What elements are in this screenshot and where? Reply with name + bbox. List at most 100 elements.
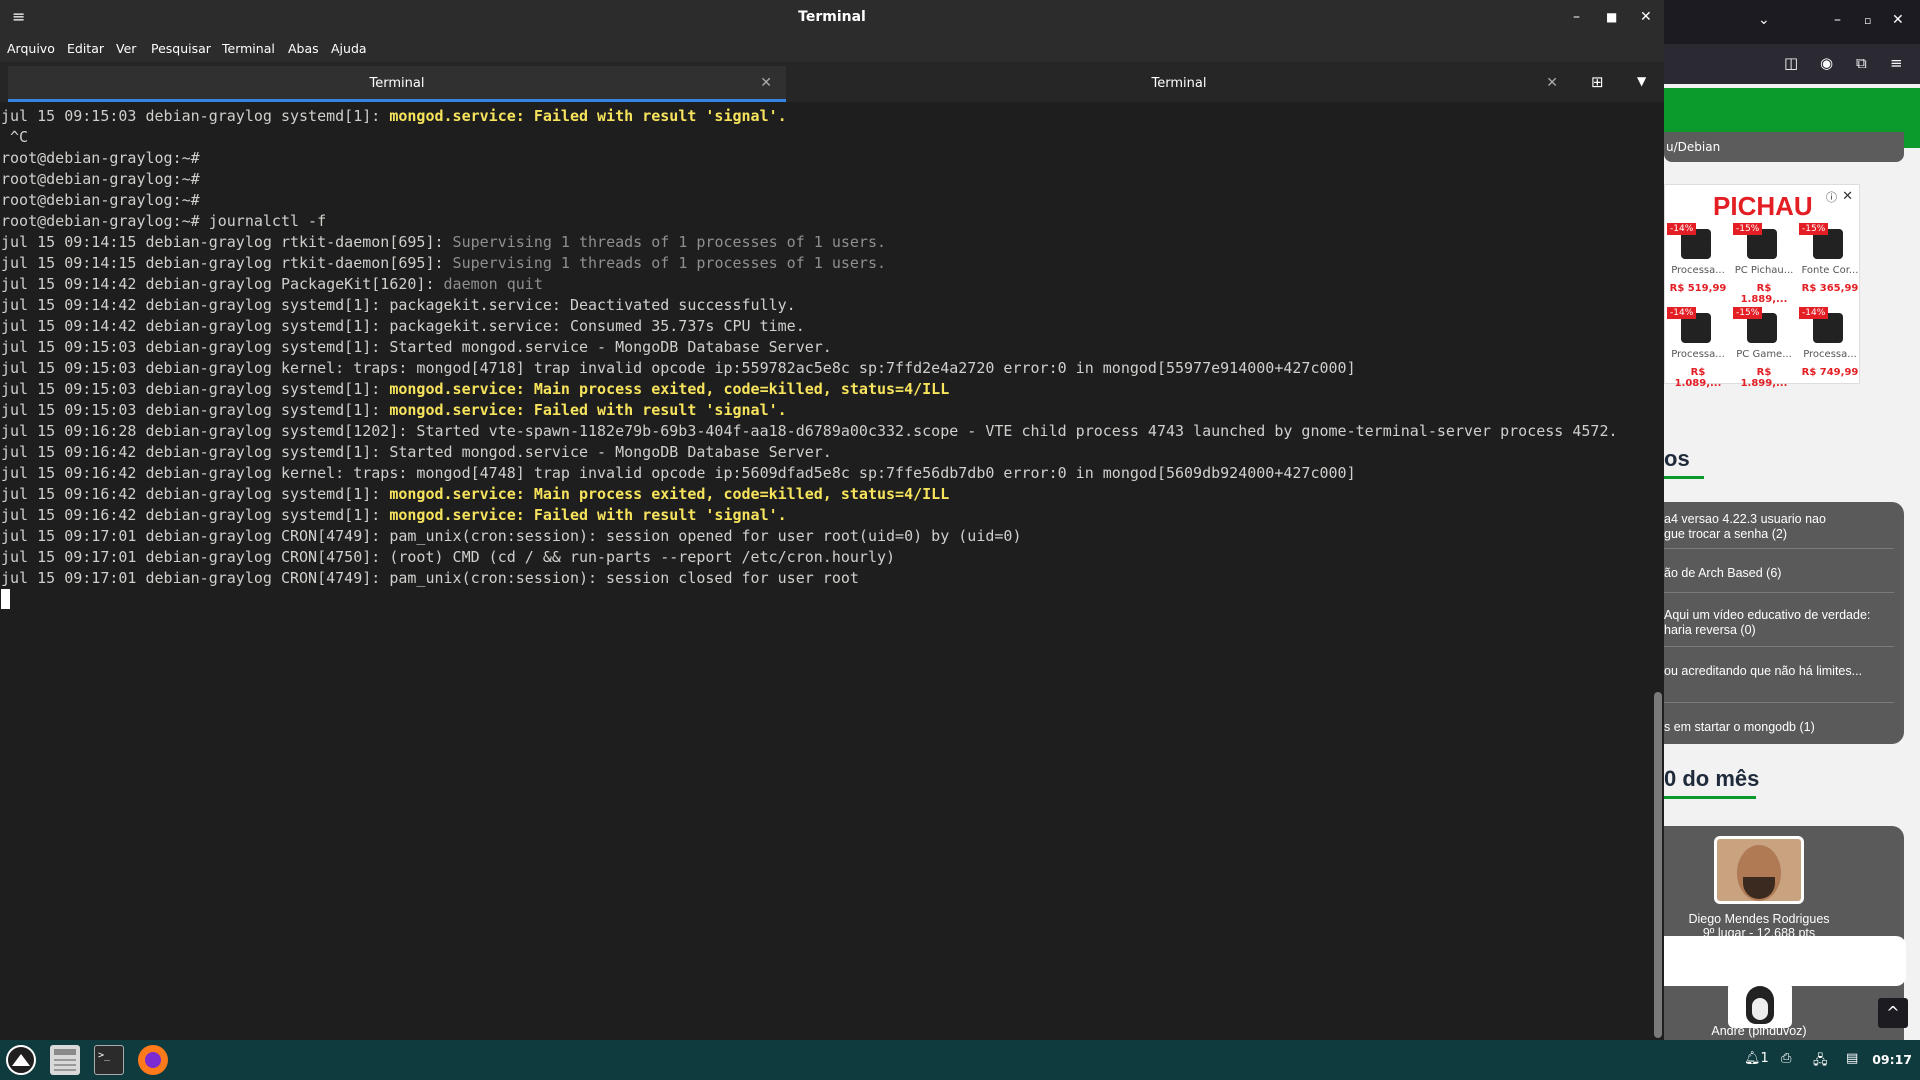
ad-info-icon[interactable]: ⓘ bbox=[1826, 189, 1837, 205]
product-price: R$ 1.089,... bbox=[1674, 367, 1722, 389]
menu-terminal[interactable]: Terminal bbox=[222, 41, 275, 56]
account-icon[interactable]: ◉ bbox=[1820, 54, 1833, 72]
terminal-line: jul 15 09:15:03 debian-graylog systemd[1… bbox=[1, 401, 787, 419]
breadcrumb[interactable]: u/Debian bbox=[1666, 140, 1720, 154]
ad-product[interactable]: -14% Processa... R$ 1.089,... bbox=[1667, 303, 1729, 389]
avatar[interactable] bbox=[1714, 836, 1804, 904]
new-tab-icon[interactable]: ⊞ bbox=[1591, 73, 1604, 91]
terminal-line: jul 15 09:14:42 debian-graylog systemd[1… bbox=[1, 296, 796, 314]
menu-ver[interactable]: Ver bbox=[116, 41, 136, 56]
terminal-line: jul 15 09:16:28 debian-graylog systemd[1… bbox=[1, 422, 1618, 440]
topic-item[interactable]: ão de Arch Based (6) bbox=[1664, 566, 1894, 581]
topic-item[interactable]: s em startar o mongodb (1) bbox=[1664, 720, 1894, 735]
terminal-line: jul 15 09:16:42 debian-graylog systemd[1… bbox=[1, 506, 787, 524]
clipboard-icon[interactable]: ▤ bbox=[1846, 1051, 1858, 1066]
product-price: R$ 519,99 bbox=[1669, 283, 1727, 294]
topics-underline bbox=[1664, 476, 1704, 479]
files-icon[interactable] bbox=[50, 1045, 80, 1075]
product-name: Fonte Cor... bbox=[1801, 265, 1859, 276]
topic-item[interactable]: a4 versao 4.22.3 usuario nao gue trocar a… bbox=[1664, 512, 1894, 542]
menu-editar[interactable]: Editar bbox=[67, 41, 104, 56]
discount-badge: -14% bbox=[1667, 307, 1697, 319]
terminal-line: jul 15 09:14:15 debian-graylog rtkit-dae… bbox=[1, 233, 887, 251]
tab-terminal-2[interactable]: Terminal ✕ bbox=[786, 66, 1572, 102]
scroll-top-button[interactable]: ^ bbox=[1878, 998, 1908, 1028]
user-name[interactable]: Andre (pinduvoz) bbox=[1664, 1024, 1854, 1038]
ad-product[interactable]: -15% PC Pichau... R$ 1.889,... bbox=[1733, 219, 1795, 305]
maximize-icon[interactable]: ■ bbox=[1606, 10, 1617, 24]
text-cursor bbox=[1, 589, 10, 609]
menubar: Arquivo Editar Ver Pesquisar Terminal Ab… bbox=[0, 36, 1664, 62]
hamburger-menu-icon[interactable]: ≡ bbox=[1890, 54, 1903, 72]
ad-product[interactable]: -14% Processa... R$ 749,99 bbox=[1799, 303, 1861, 383]
terminal-line: jul 15 09:17:01 debian-graylog CRON[4749… bbox=[1, 527, 1022, 545]
tab-close-icon[interactable]: ✕ bbox=[760, 75, 772, 91]
terminal-line: jul 15 09:16:42 debian-graylog systemd[1… bbox=[1, 485, 950, 503]
terminal-icon[interactable]: >_ bbox=[94, 1045, 124, 1075]
terminal-line: root@debian-graylog:~# bbox=[1, 191, 200, 209]
tux-avatar[interactable] bbox=[1728, 982, 1792, 1028]
menu-abas[interactable]: Abas bbox=[288, 41, 319, 56]
terminal-line: ^C bbox=[1, 128, 29, 146]
window-title: Terminal bbox=[798, 9, 866, 25]
user-name[interactable]: Diego Mendes Rodrigues bbox=[1664, 912, 1854, 926]
discount-badge: -15% bbox=[1733, 223, 1763, 235]
terminal-window: ≡ Terminal – ■ ✕ Arquivo Editar Ver Pesq… bbox=[0, 0, 1664, 1040]
topics-heading: os bbox=[1664, 446, 1690, 471]
discount-badge: -15% bbox=[1799, 223, 1829, 235]
extensions-icon[interactable]: ⧉ bbox=[1856, 54, 1867, 72]
terminal-line: jul 15 09:15:03 debian-graylog systemd[1… bbox=[1, 380, 950, 398]
ad-product[interactable]: -15% Fonte Cor... R$ 365,99 bbox=[1799, 219, 1861, 299]
product-name: Processa... bbox=[1803, 349, 1857, 360]
minimize-icon[interactable]: – bbox=[1834, 12, 1841, 28]
terminal-line: jul 15 09:17:01 debian-graylog CRON[4750… bbox=[1, 548, 896, 566]
chevron-down-icon[interactable]: ⌄ bbox=[1758, 12, 1770, 28]
terminal-line: jul 15 09:17:01 debian-graylog CRON[4749… bbox=[1, 569, 859, 587]
close-icon[interactable]: ✕ bbox=[1892, 12, 1904, 28]
terminal-line: jul 15 09:15:03 debian-graylog systemd[1… bbox=[1, 338, 832, 356]
scrollbar-thumb[interactable] bbox=[1654, 692, 1662, 1038]
printer-icon[interactable]: ⎙ bbox=[1781, 1051, 1791, 1066]
maximize-icon[interactable]: ▫ bbox=[1864, 14, 1871, 27]
discount-badge: -14% bbox=[1799, 307, 1829, 319]
clock[interactable]: 09:17 bbox=[1872, 1052, 1912, 1067]
chevron-down-icon[interactable]: ▼ bbox=[1637, 74, 1646, 88]
terminal-line: jul 15 09:14:15 debian-graylog rtkit-dae… bbox=[1, 254, 887, 272]
ad-close-icon[interactable]: ✕ bbox=[1842, 189, 1853, 204]
firefox-icon[interactable] bbox=[138, 1045, 168, 1075]
tab-terminal-1[interactable]: Terminal ✕ bbox=[8, 66, 786, 102]
tab-bar: Terminal ✕ Terminal ✕ ⊞ ▼ bbox=[0, 62, 1664, 102]
product-name: Processa... bbox=[1671, 265, 1725, 276]
product-name: PC Pichau... bbox=[1734, 265, 1794, 276]
menu-arquivo[interactable]: Arquivo bbox=[7, 41, 55, 56]
launcher-icon[interactable] bbox=[6, 1045, 36, 1075]
minimize-icon[interactable]: – bbox=[1573, 9, 1580, 25]
scrollbar[interactable] bbox=[1654, 102, 1662, 1040]
menu-ajuda[interactable]: Ajuda bbox=[331, 41, 367, 56]
notification-icon[interactable]: 🔔︎1 bbox=[1744, 1051, 1769, 1066]
ad-product[interactable]: -14% Processa... R$ 519,99 bbox=[1667, 219, 1729, 299]
terminal-line: jul 15 09:15:03 debian-graylog kernel: t… bbox=[1, 359, 1356, 377]
ad-product[interactable]: -15% PC Game... R$ 1.899,... bbox=[1733, 303, 1795, 389]
close-icon[interactable]: ✕ bbox=[1640, 9, 1652, 25]
browser-titlebar: ⌄ – ▫ ✕ bbox=[1664, 0, 1920, 44]
topic-item[interactable]: Aqui um vídeo educativo de verdade: haria… bbox=[1664, 608, 1894, 638]
titlebar: ≡ Terminal – ■ ✕ bbox=[0, 0, 1664, 36]
tab-close-icon[interactable]: ✕ bbox=[1546, 75, 1558, 91]
browser-window: ⌄ – ▫ ✕ ◫ ◉ ⧉ ≡ u/Debian PICHAU ⓘ ✕ -14%… bbox=[1664, 0, 1920, 1040]
pocket-icon[interactable]: ◫ bbox=[1784, 54, 1798, 72]
menu-pesquisar[interactable]: Pesquisar bbox=[151, 41, 211, 56]
product-price: R$ 365,99 bbox=[1801, 283, 1859, 294]
ad-brand-logo: PICHAU bbox=[1713, 191, 1813, 221]
tab-label: Terminal bbox=[369, 76, 425, 91]
prompt-line[interactable] bbox=[1, 589, 1650, 610]
terminal-line: jul 15 09:16:42 debian-graylog systemd[1… bbox=[1, 443, 832, 461]
terminal-output[interactable]: jul 15 09:15:03 debian-graylog systemd[1… bbox=[0, 102, 1650, 1040]
terminal-line: root@debian-graylog:~# bbox=[1, 149, 200, 167]
network-icon[interactable]: 🖧︎ bbox=[1813, 1051, 1828, 1073]
ad-banner[interactable]: PICHAU ⓘ ✕ -14% Processa... R$ 519,99 -15% P… bbox=[1664, 184, 1861, 389]
topic-item[interactable]: ou acreditando que não há limites... bbox=[1664, 664, 1894, 679]
discount-badge: -14% bbox=[1667, 223, 1697, 235]
discount-badge: -15% bbox=[1733, 307, 1763, 319]
product-name: Processa... bbox=[1671, 349, 1725, 360]
